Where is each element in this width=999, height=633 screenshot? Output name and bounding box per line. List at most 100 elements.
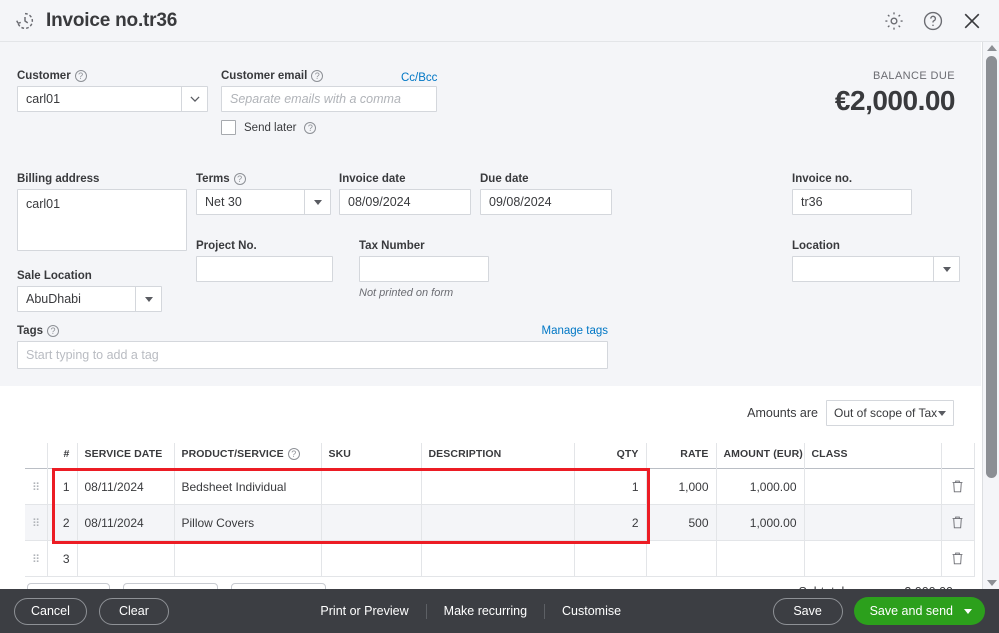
cell-class[interactable] (804, 468, 942, 505)
due-date-input[interactable]: 09/08/2024 (480, 189, 612, 215)
cell-sku[interactable] (321, 468, 422, 505)
scroll-up-arrow-icon[interactable] (987, 45, 997, 51)
terms-label-text: Terms (196, 173, 230, 185)
scroll-down-arrow-icon[interactable] (987, 580, 997, 586)
window-titlebar: Invoice no.tr36 (0, 0, 999, 42)
invoice-date-input[interactable]: 08/09/2024 (339, 189, 471, 215)
cell-description[interactable] (421, 540, 575, 577)
project-no-group: Project No. (196, 240, 333, 282)
cell-class[interactable] (804, 540, 942, 577)
cell-product-service[interactable]: Pillow Covers (174, 504, 322, 541)
trash-icon[interactable] (951, 479, 964, 493)
customise-link[interactable]: Customise (545, 604, 638, 619)
cell-qty[interactable]: 2 (574, 504, 647, 541)
balance-due-label: BALANCE DUE (872, 70, 955, 82)
cell-amount[interactable] (716, 540, 805, 577)
due-date-label: Due date (480, 173, 529, 185)
terms-select[interactable]: Net 30 (196, 189, 331, 215)
cell-rate[interactable] (646, 540, 717, 577)
footer-toolbar: Cancel Clear Print or Preview Make recur… (0, 589, 999, 633)
cell-number: 3 (47, 540, 78, 577)
billing-address-input[interactable]: carl01 (17, 189, 187, 251)
table-row[interactable]: ⠿ 3 (25, 540, 975, 577)
help-icon[interactable]: ? (47, 325, 59, 337)
cell-rate[interactable]: 1,000 (646, 468, 717, 505)
clock-history-icon (14, 10, 36, 32)
delete-row-button[interactable] (941, 504, 975, 541)
table-row[interactable]: ⠿ 2 08/11/2024 Pillow Covers 2 500 1,000… (25, 504, 975, 541)
print-or-preview-link[interactable]: Print or Preview (303, 603, 427, 619)
scrollbar-thumb[interactable] (986, 56, 997, 478)
th-product-service: PRODUCT/SERVICE ? (174, 443, 322, 469)
caret-down-icon[interactable] (963, 608, 972, 614)
clear-button[interactable]: Clear (98, 597, 169, 625)
help-icon[interactable]: ? (233, 173, 246, 185)
caret-down-icon[interactable] (304, 190, 330, 214)
location-value (793, 257, 933, 281)
cell-service-date[interactable] (77, 540, 175, 577)
delete-row-button[interactable] (941, 540, 975, 577)
caret-down-icon[interactable] (933, 257, 959, 281)
cancel-button[interactable]: Cancel (14, 597, 87, 625)
send-later-row: Send later ? (221, 120, 317, 135)
vertical-scrollbar[interactable] (982, 42, 999, 589)
help-icon[interactable]: ? (74, 70, 87, 82)
location-select[interactable] (792, 256, 960, 282)
balance-due-block: BALANCE DUE €2,000.00 (835, 70, 956, 117)
make-recurring-link[interactable]: Make recurring (427, 603, 546, 619)
customer-select[interactable]: carl01 (17, 86, 208, 112)
tags-input[interactable]: Start typing to add a tag (17, 341, 608, 369)
footer-left-actions: Cancel Clear (0, 597, 169, 625)
row-drag-handle[interactable]: ⠿ (25, 540, 48, 577)
cell-sku[interactable] (321, 540, 422, 577)
cell-service-date[interactable]: 08/11/2024 (77, 504, 175, 541)
help-icon[interactable]: ? (311, 70, 324, 82)
amounts-are-select[interactable]: Out of scope of Tax (826, 400, 954, 426)
cell-rate[interactable]: 500 (646, 504, 717, 541)
cell-qty[interactable]: 1 (574, 468, 647, 505)
caret-down-icon[interactable] (938, 410, 946, 416)
tags-group: Tags ? Manage tags Start typing to add a… (17, 325, 608, 369)
row-drag-handle[interactable]: ⠿ (25, 468, 48, 505)
trash-icon[interactable] (951, 515, 964, 529)
help-icon[interactable]: ? (287, 448, 300, 460)
delete-row-button[interactable] (941, 468, 975, 505)
tags-label-text: Tags (17, 325, 43, 337)
cell-service-date[interactable]: 08/11/2024 (77, 468, 175, 505)
question-circle-icon[interactable] (922, 10, 944, 32)
cell-sku[interactable] (321, 504, 422, 541)
terms-group: Terms ? Net 30 (196, 173, 331, 215)
trash-icon[interactable] (951, 551, 964, 565)
tax-number-input[interactable] (359, 256, 489, 282)
cell-amount[interactable]: 1,000.00 (716, 504, 805, 541)
save-and-send-button[interactable]: Save and send (853, 597, 985, 625)
chevron-down-icon[interactable] (181, 87, 207, 111)
customer-email-label-text: Customer email (221, 70, 308, 82)
help-icon[interactable]: ? (304, 121, 317, 134)
close-icon[interactable] (961, 10, 983, 32)
cc-bcc-link[interactable]: Cc/Bcc (401, 72, 437, 84)
manage-tags-link[interactable]: Manage tags (542, 325, 609, 337)
cell-class[interactable] (804, 504, 942, 541)
sale-location-group: Sale Location AbuDhabi (17, 270, 162, 312)
cell-product-service[interactable]: Bedsheet Individual (174, 468, 322, 505)
row-drag-handle[interactable]: ⠿ (25, 504, 48, 541)
cell-amount[interactable]: 1,000.00 (716, 468, 805, 505)
caret-down-icon[interactable] (135, 287, 161, 311)
invoice-no-input[interactable]: tr36 (792, 189, 912, 215)
terms-value: Net 30 (205, 195, 242, 209)
send-later-checkbox[interactable] (221, 120, 236, 135)
sale-location-select[interactable]: AbuDhabi (17, 286, 162, 312)
cell-description[interactable] (421, 468, 575, 505)
table-body: ⠿ 1 08/11/2024 Bedsheet Individual 1 1,0… (25, 468, 975, 577)
amounts-are-value: Out of scope of Tax (834, 406, 938, 420)
cell-product-service[interactable] (174, 540, 322, 577)
table-row[interactable]: ⠿ 1 08/11/2024 Bedsheet Individual 1 1,0… (25, 468, 975, 505)
customer-email-input[interactable]: Separate emails with a comma (221, 86, 437, 112)
save-button[interactable]: Save (772, 597, 843, 625)
project-no-input[interactable] (196, 256, 333, 282)
gear-icon[interactable] (883, 10, 905, 32)
billing-address-group: Billing address carl01 (17, 173, 187, 251)
cell-qty[interactable] (574, 540, 647, 577)
cell-description[interactable] (421, 504, 575, 541)
